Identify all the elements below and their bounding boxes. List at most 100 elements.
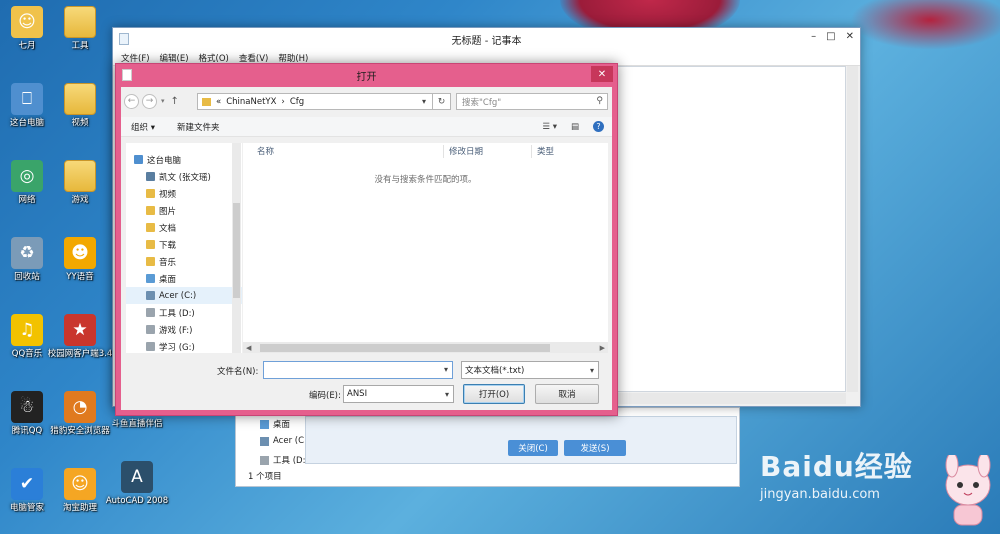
column-name[interactable]: 名称 [257,143,274,159]
nav-item[interactable]: 下载 [126,236,242,253]
notepad-vertical-scrollbar[interactable] [847,66,858,392]
recycle-bin-icon: ♻ [11,237,43,269]
filename-input[interactable]: ▾ [263,361,453,379]
nav-item[interactable]: 工具 (D:) [126,304,242,321]
forward-arrow-icon[interactable]: → [142,93,157,109]
view-options-icon[interactable]: ☰ ▾ [542,122,557,132]
notify-send-button[interactable]: 发送(S) [564,440,626,456]
nav-item[interactable]: 凯文 (张文瑶) [126,168,242,185]
column-separator[interactable] [443,145,444,158]
nav-item-label: 文档 [159,223,177,234]
notepad-titlebar[interactable]: 无标题 - 记事本 – □ ✕ [113,28,860,50]
menu-format[interactable]: 格式(O) [199,52,229,64]
explorer-item[interactable]: Acer (C:) [260,436,310,446]
search-input[interactable]: 搜索"Cfg" ⚲ [456,93,608,110]
watermark-url: jingyan.baidu.com [760,487,880,502]
navigation-scrollbar[interactable] [232,143,241,353]
desktop-shortcut[interactable]: 游戏 [47,160,113,206]
nav-item[interactable]: 图片 [126,202,242,219]
desktop-shortcut-label: 斗鱼直播伴侣 [111,419,163,429]
file-list-horizontal-scrollbar[interactable]: ◀ ▶ [243,342,608,353]
desktop-shortcut[interactable]: ★ 校园网客户端3.4 [47,314,113,360]
nav-item-icon [146,240,155,249]
desktop-shortcut-label: AutoCAD 2008 [105,496,169,506]
breadcrumb-cfg[interactable]: Cfg [290,97,304,107]
dialog-body: ← → ▾ ↑ « ChinaNetYX › Cfg ▾ ↻ 搜索"Cfg" ⚲… [121,87,612,410]
desktop-shortcut-label: 校园网客户端3.4 [47,349,113,359]
nav-item[interactable]: 游戏 (F:) [126,321,242,338]
scrollbar-thumb[interactable] [233,203,240,298]
desktop-shortcut[interactable]: A AutoCAD 2008 [104,461,170,507]
file-list: 名称 修改日期 类型 没有与搜索条件匹配的项。 ◀ ▶ [243,143,608,353]
yy-voice-icon: ☻ [64,237,96,269]
nav-item-icon [146,342,155,351]
new-folder-button[interactable]: 新建文件夹 [177,121,220,133]
chevron-down-icon[interactable]: ▾ [444,365,448,374]
dialog-app-icon [122,69,132,81]
desktop-shortcut[interactable]: 视频 [47,83,113,129]
nav-item-icon [146,189,155,198]
nav-item-icon [146,223,155,232]
recent-locations-icon[interactable]: ▾ [161,97,165,105]
dialog-title: 打开 [356,71,377,83]
help-icon[interactable]: ? [593,121,604,132]
menu-file[interactable]: 文件(F) [121,52,150,64]
nav-item-icon [146,308,155,317]
network-icon: ◎ [11,160,43,192]
close-button[interactable]: ✕ [846,31,854,42]
desktop-shortcut[interactable]: 工具 [47,6,113,52]
taobao-assistant-icon: ☺ [64,468,96,500]
desktop-shortcut-label: YY语音 [66,272,94,282]
nav-item-icon [146,274,155,283]
nav-item-icon [134,155,143,164]
address-dropdown-icon[interactable]: ▾ [422,97,426,106]
open-dialog: 打开 ✕ ← → ▾ ↑ « ChinaNetYX › Cfg ▾ ↻ 搜索"C… [115,63,618,416]
address-bar[interactable]: « ChinaNetYX › Cfg ▾ [197,93,451,110]
nav-item[interactable]: 桌面 [126,270,242,287]
column-separator[interactable] [531,145,532,158]
encoding-select[interactable]: ANSI ▾ [343,385,454,403]
nav-item[interactable]: 这台电脑 [126,151,242,168]
nav-item-label: 下载 [159,240,177,251]
dialog-titlebar[interactable]: 打开 ✕ [116,64,617,86]
preview-pane-icon[interactable]: ▤ [571,122,579,132]
minimize-button[interactable]: – [811,31,816,42]
refresh-button[interactable]: ↻ [432,93,451,110]
nav-item[interactable]: 文档 [126,219,242,236]
dialog-close-button[interactable]: ✕ [591,66,613,82]
nav-item-label: 凯文 (张文瑶) [159,172,211,183]
nav-item[interactable]: 音乐 [126,253,242,270]
empty-message: 没有与搜索条件匹配的项。 [374,175,477,185]
cancel-button[interactable]: 取消 [535,384,599,404]
organize-button[interactable]: 组织 ▾ [131,121,155,133]
column-modified[interactable]: 修改日期 [449,143,483,159]
desktop-shortcut-label: 视频 [71,118,89,128]
up-arrow-icon[interactable]: ↑ [171,96,179,107]
folder-icon [64,83,96,115]
nav-item-label: 学习 (G:) [159,342,195,353]
nav-item[interactable]: 学习 (G:) [126,338,242,353]
filetype-select[interactable]: 文本文档(*.txt) ▾ [461,361,599,379]
column-type[interactable]: 类型 [537,143,554,159]
menu-view[interactable]: 查看(V) [239,52,268,64]
menu-edit[interactable]: 编辑(E) [160,52,189,64]
desktop-icon [260,419,269,429]
back-arrow-icon[interactable]: ← [124,93,139,109]
desktop-shortcut[interactable]: ☻ YY语音 [47,237,113,283]
wallpaper-flower [850,0,1000,50]
menu-help[interactable]: 帮助(H) [278,52,308,64]
breadcrumb-chinanetyx[interactable]: ChinaNetYX [226,97,276,107]
open-button[interactable]: 打开(O) [463,384,525,404]
scroll-left-icon[interactable]: ◀ [246,344,251,352]
nav-item[interactable]: Acer (C:) [126,287,242,304]
notify-close-button[interactable]: 关闭(C) [508,440,558,456]
nav-item[interactable]: 视频 [126,185,242,202]
folder-icon [64,6,96,38]
scrollbar-thumb[interactable] [260,344,550,352]
scroll-right-icon[interactable]: ▶ [600,344,605,352]
explorer-item[interactable]: 桌面 [260,418,290,430]
nav-item-label: Acer (C:) [159,290,197,301]
explorer-status: 1 个项目 [248,472,282,482]
explorer-item[interactable]: 工具 (D:) [260,454,309,466]
maximize-button[interactable]: □ [826,31,835,42]
